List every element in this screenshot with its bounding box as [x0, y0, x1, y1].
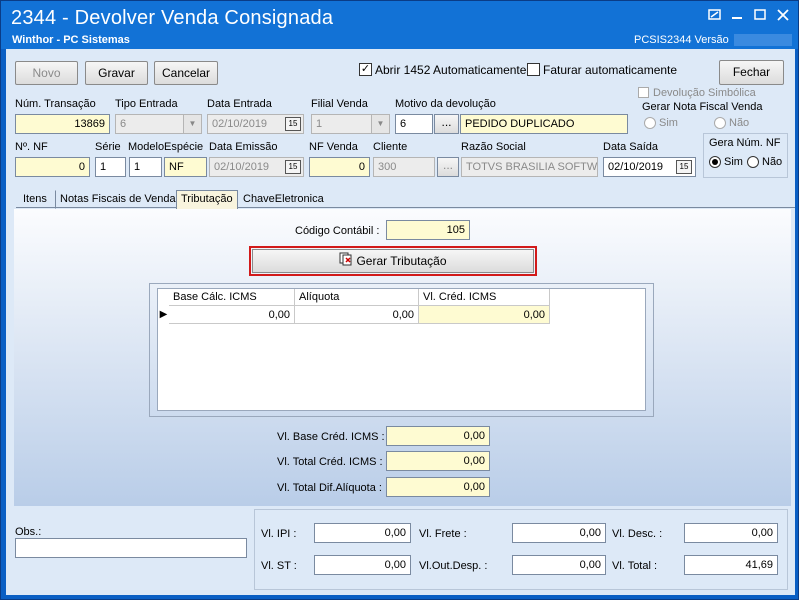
grid-frame — [149, 283, 654, 417]
window-title: 2344 - Devolver Venda Consignada — [11, 7, 334, 29]
maximize-icon[interactable] — [752, 9, 768, 23]
minimize-icon[interactable] — [729, 9, 745, 23]
form-client-area: Novo Gravar Cancelar ✓ Abrir 1452 Automa… — [6, 49, 795, 595]
calendar-icon[interactable]: 15 — [285, 160, 301, 174]
faturar-auto-checkbox[interactable] — [527, 63, 540, 76]
vl-ipi-label: Vl. IPI : — [261, 528, 297, 540]
tipo-entrada-label: Tipo Entrada — [115, 98, 178, 110]
vl-desc-field[interactable]: 0,00 — [684, 523, 778, 543]
vl-total-cred-field[interactable]: 0,00 — [386, 451, 490, 471]
gerar-tributacao-icon — [339, 251, 353, 273]
gerar-nf-nao-radio[interactable] — [714, 117, 726, 129]
fechar-button[interactable]: Fechar — [719, 60, 784, 85]
vl-ipi-field[interactable]: 0,00 — [314, 523, 411, 543]
devolucao-simbolica-label: Devolução Simbólica — [653, 87, 756, 99]
codigo-contabil-label: Código Contábil : — [295, 225, 380, 237]
app-window: 2344 - Devolver Venda Consignada Winthor… — [0, 0, 799, 600]
vl-base-label: Vl. Base Créd. ICMS : — [277, 431, 385, 443]
vl-st-field[interactable]: 0,00 — [314, 555, 411, 575]
totals-group — [254, 509, 788, 590]
gravar-button[interactable]: Gravar — [85, 61, 148, 85]
abrir-1452-checkbox[interactable]: ✓ — [359, 63, 372, 76]
vl-base-field[interactable]: 0,00 — [386, 426, 490, 446]
vl-frete-field[interactable]: 0,00 — [512, 523, 606, 543]
chevron-down-icon[interactable]: ▼ — [371, 115, 389, 133]
vl-total-label: Vl. Total : — [612, 560, 658, 572]
devolucao-simbolica-checkbox[interactable] — [638, 87, 649, 98]
nf-venda-label: NF Venda — [309, 141, 358, 153]
faturar-auto-label: Faturar automaticamente — [543, 63, 678, 77]
title-bar[interactable]: 2344 - Devolver Venda Consignada Winthor… — [1, 1, 798, 49]
vl-desc-label: Vl. Desc. : — [612, 528, 663, 540]
chevron-down-icon[interactable]: ▼ — [183, 115, 201, 133]
razao-social-field[interactable]: TOTVS BRASILIA SOFTWAR — [461, 157, 598, 177]
num-nf-label: Nº. NF — [15, 141, 48, 153]
num-transacao-label: Núm. Transação — [15, 98, 96, 110]
obs-field[interactable] — [15, 538, 247, 558]
vl-frete-label: Vl. Frete : — [419, 528, 467, 540]
vl-out-label: Vl.Out.Desp. : — [419, 560, 488, 572]
abrir-1452-label: Abrir 1452 Automaticamente — [375, 63, 527, 77]
obs-label: Obs.: — [15, 526, 42, 538]
tab-chave-eletronica[interactable]: ChaveEletronica — [238, 190, 329, 209]
filial-venda-label: Filial Venda — [311, 98, 368, 110]
nf-venda-field[interactable]: 0 — [309, 157, 370, 177]
cancelar-button[interactable]: Cancelar — [154, 61, 218, 85]
novo-button[interactable]: Novo — [15, 61, 78, 85]
motivo-label: Motivo da devolução — [395, 98, 496, 110]
restore-icon[interactable] — [707, 9, 723, 23]
codigo-contabil-field[interactable]: 105 — [386, 220, 470, 240]
data-emissao-label: Data Emissão — [209, 141, 278, 153]
cliente-label: Cliente — [373, 141, 408, 153]
gerar-nf-nao-label: Não — [729, 117, 750, 129]
gerar-tributacao-button[interactable]: Gerar Tributação — [252, 249, 534, 273]
gerar-tributacao-label: Gerar Tributação — [356, 254, 447, 268]
tipo-entrada-value: 6 — [120, 118, 127, 130]
gera-num-nf-label: Gera Núm. NF — [709, 137, 781, 149]
gerar-nf-label: Gerar Nota Fiscal Venda — [642, 101, 763, 113]
tab-notas-fiscais[interactable]: Notas Fiscais de Venda — [55, 190, 181, 209]
gera-num-nf-nao-radio[interactable] — [747, 156, 759, 168]
version-value — [734, 34, 792, 46]
vl-st-label: Vl. ST : — [261, 560, 297, 572]
close-icon[interactable] — [775, 9, 791, 23]
vl-out-field[interactable]: 0,00 — [512, 555, 606, 575]
num-nf-field[interactable]: 0 — [15, 157, 90, 177]
vl-total-dif-field[interactable]: 0,00 — [386, 477, 490, 497]
cliente-field[interactable]: 300 — [373, 157, 435, 177]
window-subtitle: Winthor - PC Sistemas — [12, 34, 130, 46]
serie-field[interactable]: 1 — [95, 157, 126, 177]
calendar-icon[interactable]: 15 — [676, 160, 692, 174]
serie-label: Série — [95, 141, 121, 153]
especie-field[interactable]: NF — [164, 157, 207, 177]
gera-num-nf-sim-label: Sim — [724, 156, 743, 168]
vl-total-field[interactable]: 41,69 — [684, 555, 778, 575]
tab-tributacao[interactable]: Tributação — [176, 190, 238, 209]
motivo-code-field[interactable]: 6 — [395, 114, 433, 134]
gerar-nf-sim-label: Sim — [659, 117, 678, 129]
modelo-field[interactable]: 1 — [129, 157, 162, 177]
vl-total-cred-label: Vl. Total Créd. ICMS : — [277, 456, 383, 468]
data-saida-label: Data Saída — [603, 141, 659, 153]
gera-num-nf-sim-radio[interactable] — [709, 156, 721, 168]
version-label: PCSIS2344 Versão — [634, 34, 729, 46]
num-transacao-field[interactable]: 13869 — [15, 114, 110, 134]
especie-label: Espécie — [164, 141, 204, 153]
razao-social-label: Razão Social — [461, 141, 526, 153]
modelo-label: Modelo — [128, 141, 165, 153]
gerar-nf-sim-radio[interactable] — [644, 117, 656, 129]
filial-venda-value: 1 — [316, 118, 323, 130]
calendar-icon[interactable]: 15 — [285, 117, 301, 131]
cliente-search-button[interactable]: ... — [437, 157, 459, 177]
gera-num-nf-nao-label: Não — [762, 156, 783, 168]
tab-itens[interactable]: Itens — [18, 190, 52, 209]
data-entrada-label: Data Entrada — [207, 98, 272, 110]
motivo-search-button[interactable]: ... — [434, 114, 459, 134]
vl-total-dif-label: Vl. Total Dif.Alíquota : — [277, 482, 382, 494]
motivo-desc-field[interactable]: PEDIDO DUPLICADO — [460, 114, 628, 134]
